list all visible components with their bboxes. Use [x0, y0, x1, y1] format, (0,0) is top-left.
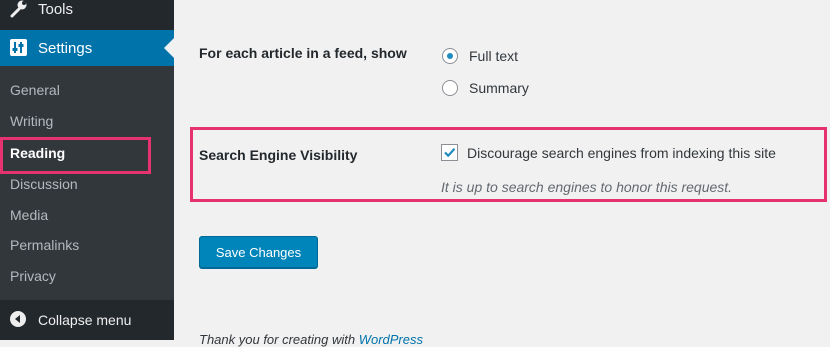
search-visibility-label: Search Engine Visibility — [199, 147, 358, 163]
settings-sliders-icon — [10, 39, 27, 56]
discourage-search-engines-checkbox[interactable] — [441, 144, 458, 161]
wrench-icon — [10, 0, 28, 18]
checkmark-icon — [444, 148, 456, 158]
submenu-item-discussion[interactable]: Discussion — [10, 176, 78, 192]
feed-setting-label: For each article in a feed, show — [199, 45, 407, 61]
search-visibility-description: It is up to search engines to honor this… — [441, 179, 733, 195]
radio-full-text[interactable] — [442, 48, 458, 64]
admin-sidebar: Tools Settings General Writing Reading D… — [0, 0, 174, 340]
submenu-item-privacy[interactable]: Privacy — [10, 268, 56, 284]
radio-summary-label[interactable]: Summary — [469, 80, 529, 96]
collapse-menu-button[interactable]: Collapse menu — [0, 300, 174, 340]
submenu-item-general[interactable]: General — [10, 82, 60, 98]
radio-summary[interactable] — [442, 80, 458, 96]
menu-item-tools-label: Tools — [38, 1, 74, 18]
radio-full-text-label[interactable]: Full text — [469, 48, 518, 64]
collapse-menu-label: Collapse menu — [38, 312, 132, 328]
menu-item-settings-label: Settings — [38, 40, 93, 57]
collapse-arrow-icon — [10, 311, 26, 327]
submenu-item-permalinks[interactable]: Permalinks — [10, 237, 79, 253]
current-menu-arrow — [164, 38, 174, 58]
menu-item-tools[interactable]: Tools — [0, 0, 174, 30]
submenu-item-writing[interactable]: Writing — [10, 113, 53, 129]
reading-highlight-box — [0, 137, 151, 174]
save-changes-button[interactable]: Save Changes — [199, 236, 318, 268]
menu-item-settings[interactable]: Settings — [0, 30, 174, 66]
discourage-search-engines-label[interactable]: Discourage search engines from indexing … — [467, 145, 776, 161]
submenu-item-media[interactable]: Media — [10, 207, 48, 223]
